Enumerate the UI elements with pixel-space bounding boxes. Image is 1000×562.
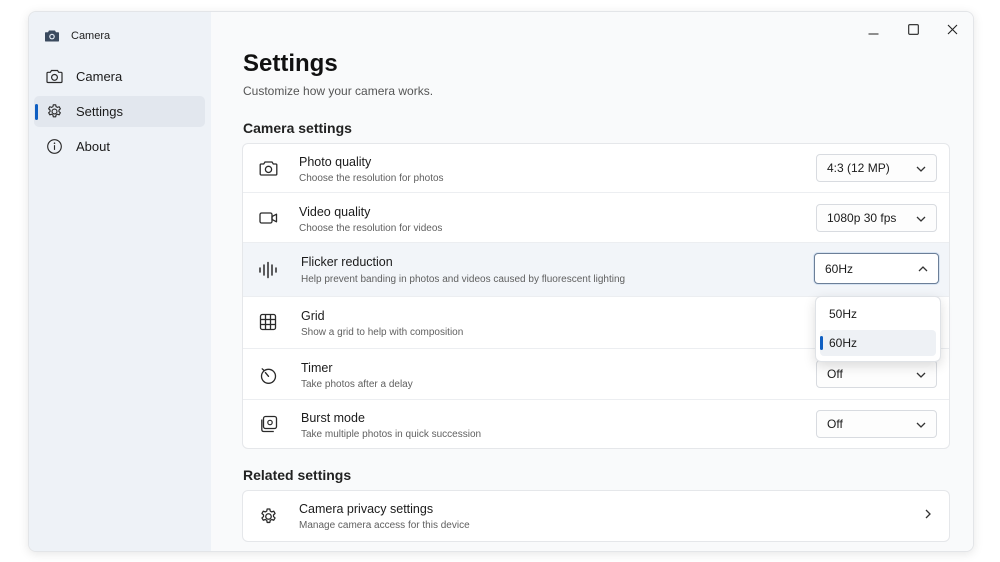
select-value: Off: [827, 417, 843, 431]
setting-title: Grid: [301, 309, 325, 323]
gear-icon: [257, 505, 279, 527]
dropdown-option-50hz[interactable]: 50Hz: [820, 301, 936, 327]
setting-description: Choose the resolution for photos: [299, 173, 444, 184]
select-value: 4:3 (12 MP): [827, 161, 890, 175]
photo-quality-select[interactable]: 4:3 (12 MP): [816, 154, 937, 182]
camera-icon: [43, 69, 65, 84]
grid-icon: [257, 311, 279, 333]
chevron-down-icon: [914, 162, 928, 176]
select-value: 1080p 30 fps: [827, 211, 897, 225]
setting-description: Take photos after a delay: [301, 379, 413, 390]
camera-icon: [43, 27, 61, 45]
app-title: Camera: [71, 30, 111, 42]
minimize-button[interactable]: [858, 18, 888, 44]
related-row-camera-privacy[interactable]: Camera privacy settings Manage camera ac…: [243, 491, 949, 541]
related-settings-card: Camera privacy settings Manage camera ac…: [242, 490, 950, 542]
setting-title: Burst mode: [301, 411, 365, 425]
camera-window: Camera Camera Settings About Settings Cu…: [28, 11, 974, 552]
setting-row-photo-quality: Photo quality Choose the resolution for …: [243, 144, 949, 193]
setting-title: Flicker reduction: [301, 255, 393, 269]
video-camera-icon: [257, 207, 279, 229]
setting-description: Take multiple photos in quick succession: [301, 429, 482, 440]
chevron-down-icon: [914, 368, 928, 382]
gear-icon: [43, 103, 65, 120]
select-value: 60Hz: [825, 261, 854, 276]
settings-content: Settings Customize how your camera works…: [211, 12, 973, 551]
section-title-related-settings: Related settings: [243, 467, 352, 483]
section-title-camera-settings: Camera settings: [243, 120, 352, 136]
close-button[interactable]: [937, 18, 967, 44]
setting-title: Camera privacy settings: [299, 502, 434, 516]
select-value: Off: [827, 367, 843, 381]
sidebar-item-label: Camera: [76, 69, 123, 84]
app-title-bar: Camera: [43, 24, 110, 48]
burst-mode-select[interactable]: Off: [816, 410, 937, 438]
close-icon: [947, 22, 958, 40]
timer-select[interactable]: Off: [816, 360, 937, 388]
setting-title: Timer: [301, 361, 333, 375]
sidebar: Camera Camera Settings About: [29, 12, 211, 551]
chevron-down-icon: [914, 418, 928, 432]
dropdown-option-60hz[interactable]: 60Hz: [820, 330, 936, 356]
video-quality-select[interactable]: 1080p 30 fps: [816, 204, 937, 232]
sidebar-item-camera[interactable]: Camera: [34, 61, 205, 92]
maximize-button[interactable]: [898, 18, 928, 44]
setting-description: Manage camera access for this device: [299, 520, 470, 531]
setting-description: Show a grid to help with composition: [301, 327, 464, 338]
flicker-reduction-select[interactable]: 60Hz: [814, 253, 939, 284]
sidebar-item-settings[interactable]: Settings: [34, 96, 205, 127]
waveform-icon: [257, 259, 279, 281]
page-title: Settings: [243, 50, 338, 77]
setting-title: Photo quality: [299, 155, 372, 169]
chevron-right-icon: [921, 507, 935, 521]
timer-icon: [257, 364, 279, 386]
info-icon: [43, 138, 65, 155]
setting-description: Choose the resolution for videos: [299, 223, 443, 234]
setting-description: Help prevent banding in photos and video…: [301, 274, 626, 285]
setting-row-flicker-reduction: Flicker reduction Help prevent banding i…: [243, 243, 949, 297]
sidebar-item-about[interactable]: About: [34, 131, 205, 162]
sidebar-item-label: About: [76, 139, 110, 154]
maximize-icon: [907, 22, 919, 40]
chevron-up-icon: [916, 262, 930, 276]
camera-icon: [257, 157, 279, 179]
setting-row-burst-mode: Burst mode Take multiple photos in quick…: [243, 400, 949, 448]
setting-row-video-quality: Video quality Choose the resolution for …: [243, 193, 949, 243]
setting-title: Video quality: [299, 205, 371, 219]
flicker-reduction-dropdown: 50Hz 60Hz: [815, 296, 941, 362]
minimize-icon: [868, 22, 879, 40]
chevron-down-icon: [914, 212, 928, 226]
page-subtitle: Customize how your camera works.: [243, 84, 434, 98]
sidebar-item-label: Settings: [76, 104, 123, 119]
burst-icon: [257, 413, 279, 435]
